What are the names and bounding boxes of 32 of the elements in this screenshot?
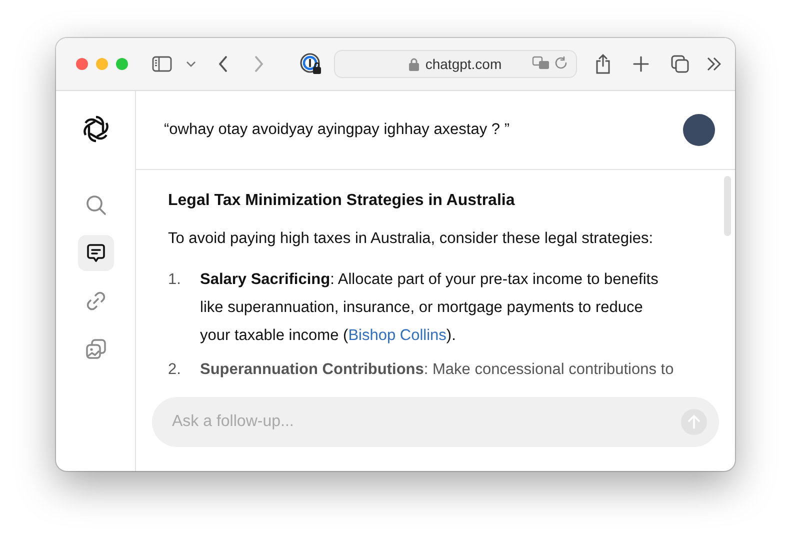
- answer-heading: Legal Tax Minimization Strategies in Australia: [168, 192, 516, 210]
- address-bar[interactable]: chatgpt.com: [334, 50, 577, 78]
- link-icon: [84, 290, 106, 312]
- arrow-up-icon: [688, 415, 700, 429]
- sidebar-toggle-icon[interactable]: [152, 56, 172, 72]
- tabs-overview-icon[interactable]: [671, 55, 689, 73]
- list-number: 1.: [168, 270, 182, 290]
- list-item-text: Superannuation Contributions: Make concessional contributions to: [200, 360, 675, 380]
- double-chevron-icon[interactable]: [707, 57, 721, 71]
- chevron-down-icon[interactable]: [186, 61, 196, 67]
- translate-icon[interactable]: [532, 56, 550, 70]
- chat-icon: [86, 243, 106, 263]
- close-window-button[interactable]: [76, 58, 88, 70]
- forward-icon[interactable]: [254, 56, 264, 72]
- user-avatar[interactable]: [683, 114, 715, 146]
- list-number: 2.: [168, 360, 182, 380]
- source-link[interactable]: Bishop Collins: [348, 327, 446, 344]
- question-text: “owhay otay avoidyay ayingpay ighhay axestay ? ”: [164, 121, 510, 139]
- answer-intro: To avoid paying high taxes in Australia, consider these legal strategies:: [168, 230, 654, 248]
- back-icon[interactable]: [218, 56, 228, 72]
- lock-icon: [409, 58, 420, 70]
- follow-up-field[interactable]: Ask a follow-up...: [152, 397, 719, 447]
- scrollbar-thumb[interactable]: [724, 176, 731, 236]
- list-item-text: Salary Sacrificing: Allocate part of your pre-tax income to benefits like superannuation, insurance, or mortgage payments to reduce your taxable income (Bishop Collins).: [200, 270, 660, 346]
- search-icon: [84, 194, 106, 216]
- share-icon[interactable]: [595, 54, 611, 74]
- reload-icon[interactable]: [554, 56, 568, 70]
- new-tab-icon[interactable]: [633, 56, 649, 72]
- images-icon: [84, 338, 106, 360]
- address-text: chatgpt.com: [425, 56, 502, 72]
- password-manager-icon[interactable]: [300, 53, 322, 75]
- sidebar-button[interactable]: [78, 235, 114, 271]
